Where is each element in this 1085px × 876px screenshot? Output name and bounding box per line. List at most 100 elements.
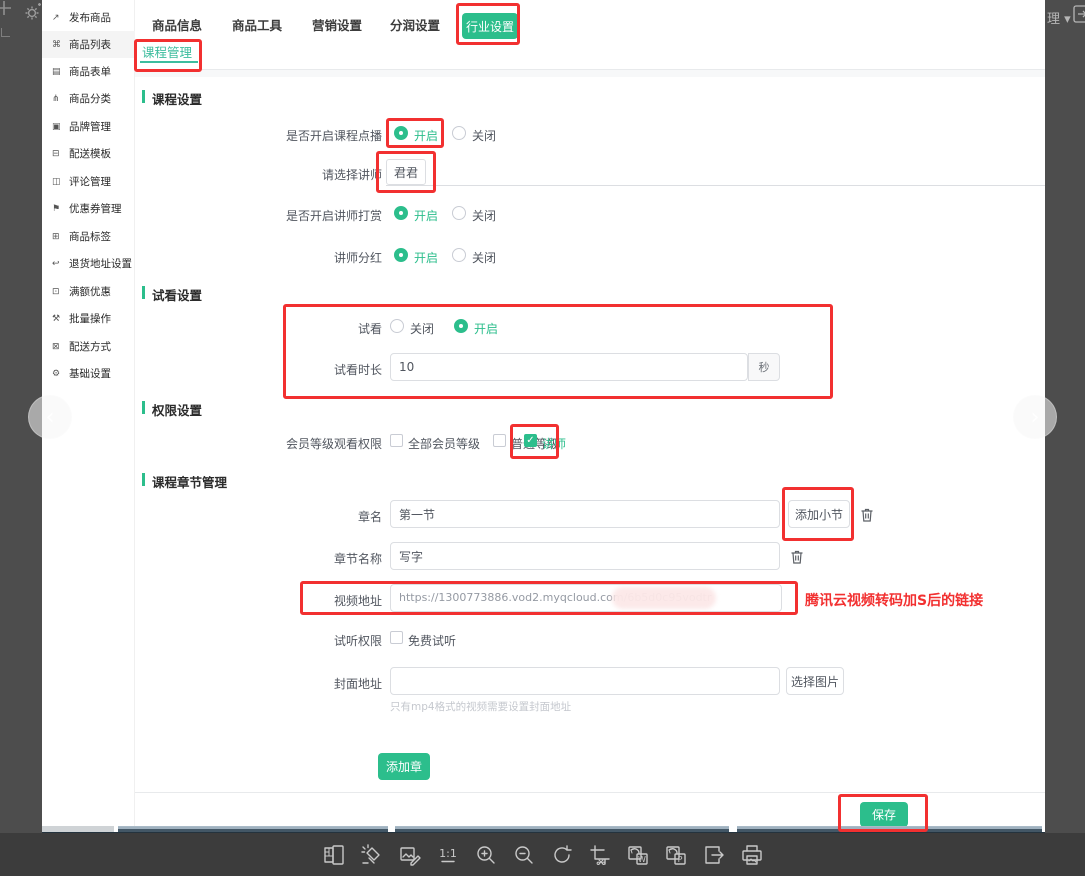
teacher-tag-button[interactable]: 君君 (386, 159, 426, 185)
screenshot-image: ↗发布商品 ⌘商品列表 ▤商品表单 ⋔商品分类 ▣品牌管理 ⊟配送模板 ◫评论管… (42, 0, 1045, 833)
radio-dividend-off-label[interactable]: 关闭 (472, 249, 496, 266)
section-bar (142, 90, 145, 103)
sidebar-item-delivery-method[interactable]: ⊠配送方式 (42, 333, 135, 360)
truck-icon: ⊟ (52, 149, 65, 159)
edit-image-icon[interactable] (398, 843, 422, 867)
chapter-name-input[interactable] (390, 500, 780, 528)
radio-dividend-on[interactable] (394, 248, 408, 262)
duration-unit-suffix: 秒 (748, 353, 780, 381)
tag-icon: ⚑ (52, 204, 65, 214)
tab-profit-settings[interactable]: 分润设置 (390, 15, 440, 34)
sidebar-item-shipping-template[interactable]: ⊟配送模板 (42, 140, 135, 167)
section-bar (142, 286, 145, 299)
radio-vod-off-label[interactable]: 关闭 (472, 127, 496, 144)
radio-dividend-on-label[interactable]: 开启 (414, 249, 438, 266)
subtab-course-management[interactable]: 课程管理 (142, 42, 192, 61)
convert-to-pdf-icon[interactable]: P (664, 843, 688, 867)
radio-trial-off-label[interactable]: 关闭 (410, 320, 434, 337)
viewer-toolbar: 1:1 W P (0, 833, 1085, 876)
label-video-url: 视频地址 (258, 592, 382, 609)
label-enable-teacher-reward: 是否开启讲师打赏 (258, 207, 382, 224)
zoom-in-icon[interactable] (474, 843, 498, 867)
radio-reward-off-label[interactable]: 关闭 (472, 207, 496, 224)
frame-corner-icon (1, 28, 10, 37)
gift-icon: ⊡ (52, 287, 65, 297)
export-save-icon[interactable] (702, 843, 726, 867)
radio-vod-on[interactable] (394, 126, 408, 140)
label-member-level-permission: 会员等级观看权限 (258, 435, 382, 452)
checkbox-free-audition[interactable] (390, 631, 403, 644)
radio-dividend-off[interactable] (452, 248, 466, 262)
tab-product-tools[interactable]: 商品工具 (232, 15, 282, 34)
actual-size-icon[interactable]: 1:1 (436, 843, 460, 867)
trial-duration-input[interactable] (390, 353, 748, 381)
radio-trial-on-label[interactable]: 开启 (474, 320, 498, 337)
sidebar-item-publish-product[interactable]: ↗发布商品 (42, 4, 135, 31)
convert-to-word-icon[interactable]: W (626, 843, 650, 867)
checkbox-all-member-levels-label[interactable]: 全部会员等级 (408, 435, 480, 452)
subtab-underline (140, 61, 198, 63)
checkbox-teacher[interactable]: ✓ (524, 434, 537, 447)
video-url-input[interactable]: https://1300773886.vod2.myqcloud.com/6b5… (390, 584, 782, 612)
save-button[interactable]: 保存 (860, 802, 908, 827)
comment-icon: ◫ (52, 177, 65, 187)
crop-cut-icon[interactable] (588, 843, 612, 867)
section-title-preview-settings: 试看设置 (152, 285, 202, 304)
teacher-input-underline[interactable] (386, 185, 1045, 186)
sidebar-item-batch-operation[interactable]: ⚒批量操作 (42, 305, 135, 332)
add-chapter-button[interactable]: 添加章 (378, 753, 430, 780)
label-trial: 试看 (258, 320, 382, 337)
batch-process-menu[interactable]: 理 ▾ (1047, 8, 1071, 27)
radio-vod-on-label[interactable]: 开启 (414, 127, 438, 144)
checkbox-free-audition-label[interactable]: 免费试听 (408, 632, 456, 649)
section-title-permission-settings: 权限设置 (152, 400, 202, 419)
section-bar (142, 473, 145, 486)
sidebar-item-product-list[interactable]: ⌘商品列表 (42, 31, 135, 58)
checkbox-teacher-label[interactable]: 讲师 (542, 435, 566, 452)
cover-url-input[interactable] (390, 667, 780, 695)
checkbox-all-member-levels[interactable] (390, 434, 403, 447)
label-audition-permission: 试听权限 (258, 632, 382, 649)
privacy-blur-overlay (612, 587, 716, 609)
sidebar-item-product-tags[interactable]: ⊞商品标签 (42, 223, 135, 250)
clean-eraser-icon[interactable] (360, 843, 384, 867)
sidebar-item-product-form[interactable]: ▤商品表单 (42, 58, 135, 85)
label-section-name: 章节名称 (258, 550, 382, 567)
sidebar-item-coupon-management[interactable]: ⚑优惠券管理 (42, 195, 135, 222)
print-icon[interactable] (740, 843, 764, 867)
sidebar-item-return-address[interactable]: ↩退货地址设置 (42, 250, 135, 277)
choose-image-button[interactable]: 选择图片 (786, 667, 844, 695)
zoom-out-icon[interactable] (512, 843, 536, 867)
tab-industry-settings[interactable]: 行业设置 (462, 13, 518, 39)
delete-section-icon[interactable] (790, 549, 804, 565)
sidebar-item-basic-settings[interactable]: ⚙基础设置 (42, 360, 135, 387)
sidebar-item-product-category[interactable]: ⋔商品分类 (42, 85, 135, 112)
svg-text:1:1: 1:1 (439, 847, 457, 860)
sidebar-item-review-management[interactable]: ◫评论管理 (42, 168, 135, 195)
radio-reward-on[interactable] (394, 206, 408, 220)
radio-vod-off[interactable] (452, 126, 466, 140)
sidebar-item-full-discount[interactable]: ⊡满额优惠 (42, 278, 135, 305)
rotate-icon[interactable] (550, 843, 574, 867)
delete-chapter-icon[interactable] (860, 507, 874, 523)
radio-trial-off[interactable] (390, 319, 404, 333)
next-image-button[interactable]: › (1013, 395, 1057, 439)
radio-reward-off[interactable] (452, 206, 466, 220)
section-name-input[interactable] (390, 542, 780, 570)
tool-icon-fragment[interactable] (1073, 4, 1085, 28)
label-cover-url: 封面地址 (258, 675, 382, 692)
radio-reward-on-label[interactable]: 开启 (414, 207, 438, 224)
radio-trial-on[interactable] (454, 319, 468, 333)
checkbox-normal-level[interactable] (493, 434, 506, 447)
tab-product-info[interactable]: 商品信息 (152, 15, 202, 34)
svg-text:W: W (638, 855, 646, 864)
label-enable-vod: 是否开启课程点播 (258, 127, 382, 144)
tab-marketing-settings[interactable]: 营销设置 (312, 15, 362, 34)
add-section-button[interactable]: 添加小节 (788, 500, 850, 528)
section-title-course-settings: 课程设置 (152, 89, 202, 108)
sidebar-item-brand-management[interactable]: ▣品牌管理 (42, 113, 135, 140)
compare-icon[interactable] (322, 843, 346, 867)
previous-image-button[interactable]: ‹ (28, 395, 72, 439)
document-icon: ▤ (52, 67, 65, 77)
brightness-icon[interactable] (22, 2, 42, 26)
